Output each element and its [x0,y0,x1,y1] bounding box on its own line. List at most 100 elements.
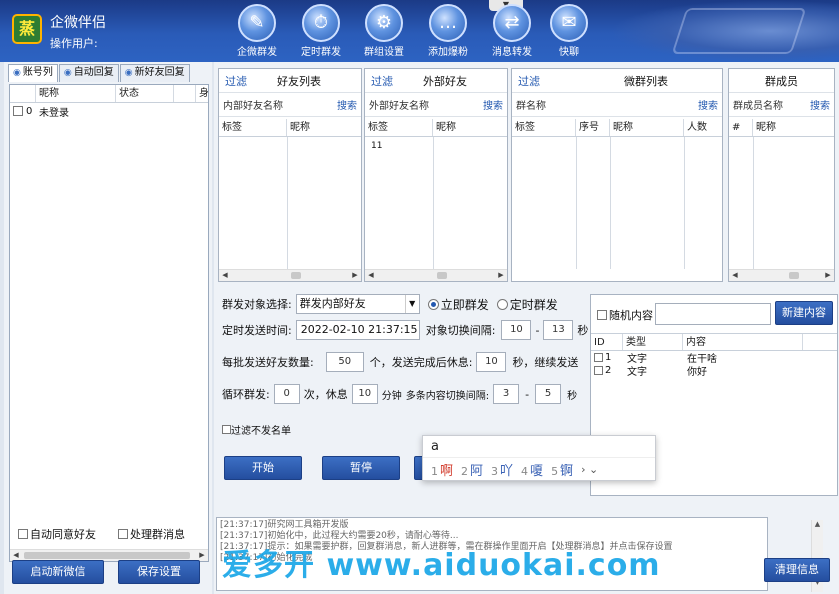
member-name-label: 群成员名称 [733,101,783,112]
batch-size-input[interactable]: 50 [325,352,364,372]
ime-candidate[interactable]: 5锕 [551,460,573,479]
ime-candidate[interactable]: 4嗄 [521,460,543,479]
start-wechat-button[interactable]: 启动新微信 [12,560,104,584]
table-row[interactable]: 2 文字 你好 [591,364,837,378]
target-label: 群发对象选择: [222,298,292,311]
ime-more-icon[interactable]: › ⌄ [581,463,598,476]
group-filter-link[interactable]: 过滤 [512,73,570,89]
external-scrollbar[interactable]: ◀ ▶ [365,269,507,281]
scroll-right-icon[interactable]: ▶ [822,270,834,281]
ime-composition: a [423,436,655,458]
random-content-toggle[interactable]: 随机内容 [597,307,653,323]
toolbar-button-add-fans[interactable]: … 添加爆粉 [416,4,480,60]
radio-icon [496,298,508,310]
batch-label: 每批发送好友数量: [222,356,314,369]
switch-min-input[interactable]: 10 [501,320,532,340]
table-row[interactable]: 11 [365,137,507,153]
ime-candidate[interactable]: 2阿 [461,460,483,479]
pause-button[interactable]: 暂停 [322,456,400,480]
scroll-up-icon[interactable]: ▲ [812,520,823,528]
account-tabs: ◉ 账号列 ◉ 自动回复 ◉ 新好友回复 [8,64,191,82]
member-col-divider [753,137,754,269]
account-table-header: 昵称 状态 身 [10,85,208,103]
friends-col-nickname: 昵称 [290,122,310,133]
send-now-radio[interactable]: 立即群发 [427,296,489,313]
member-search-button[interactable]: 搜索 [810,97,830,112]
friends-filter-link[interactable]: 过滤 [219,73,277,89]
group-col-index: 序号 [576,119,610,136]
account-panel: ◉ 账号列 ◉ 自动回复 ◉ 新好友回复 昵称 状态 身 0 未登录 ◀ ▶ 自动同意… [4,62,212,594]
tab-new-friend-reply[interactable]: ◉ 新好友回复 [119,64,190,82]
scroll-thumb[interactable] [789,272,799,279]
tab-accounts[interactable]: ◉ 账号列 [8,64,58,82]
row-type: 文字 [627,367,647,378]
scroll-thumb[interactable] [291,272,301,279]
handle-group-checkbox[interactable] [118,529,128,539]
row-checkbox[interactable] [13,106,23,116]
toolbar-label: 快聊 [559,47,579,58]
toolbar-button-timed-send[interactable]: ⏱ 定时群发 [289,4,353,60]
chevron-down-icon: ▼ [404,295,419,313]
group-col-nickname: 昵称 [610,119,684,136]
auto-agree-toggle[interactable]: 自动同意好友 [18,526,96,542]
scroll-thumb[interactable] [437,272,447,279]
scroll-right-icon[interactable]: ▶ [495,270,507,281]
friends-col-tag: 标签 [219,119,287,136]
random-content-checkbox[interactable] [597,310,607,320]
friends-scrollbar[interactable]: ◀ ▶ [219,269,361,281]
content-switch-label: 多条内容切换间隔: [405,390,490,402]
external-search-button[interactable]: 搜索 [483,97,503,112]
switch-max-input[interactable]: 13 [543,320,574,340]
toolbar-button-group-settings[interactable]: ⚙ 群组设置 [352,4,416,60]
save-settings-button[interactable]: 保存设置 [118,560,200,584]
external-filter-link[interactable]: 过滤 [365,73,423,89]
scroll-left-icon[interactable]: ◀ [219,270,231,281]
content-switch-max-input[interactable]: 5 [535,384,562,404]
header-select [10,85,36,102]
group-search-button[interactable]: 搜索 [698,97,718,112]
quick-chat-icon: ✉ [550,4,588,42]
tab-icon: ◉ [13,68,21,78]
filter-unsent-checkbox[interactable] [222,425,231,434]
filter-unsent-toggle[interactable]: 过滤不发名单 [222,422,291,437]
toolbar-button-forward[interactable]: ⇄ 消息转发 [480,4,544,60]
friends-col-divider [287,137,288,269]
content-switch-min-input[interactable]: 3 [493,384,520,404]
tab-auto-reply[interactable]: ◉ 自动回复 [58,64,119,82]
title-bar: 蒸 企微伴侣 操作用户: ▼ ✎ 企微群发 ⏱ 定时群发 ⚙ 群组设置 … 添加… [0,0,839,62]
ime-candidate[interactable]: 3吖 [491,460,513,479]
send-time-input[interactable]: 2022-02-10 21:37:15 [295,320,420,340]
target-select[interactable]: 群发内部好友 ▼ [295,294,420,314]
start-button[interactable]: 开始 [224,456,302,480]
scroll-left-icon[interactable]: ◀ [729,270,741,281]
toolbar-button-quick-chat[interactable]: ✉ 快聊 [537,4,601,60]
ime-candidate[interactable]: 1啊 [431,460,453,479]
clear-log-button[interactable]: 清理信息 [764,558,830,582]
row-checkbox[interactable] [594,353,603,362]
content-input[interactable] [655,303,771,325]
friends-search-button[interactable]: 搜索 [337,97,357,112]
timer-icon: ⏱ [302,4,340,42]
new-content-button[interactable]: 新建内容 [775,301,833,325]
range-dash: - [525,387,530,401]
scroll-right-icon[interactable]: ▶ [349,270,361,281]
table-row[interactable]: 0 未登录 [10,103,208,119]
scroll-left-icon[interactable]: ◀ [365,270,377,281]
batch-rest-input[interactable]: 10 [476,352,507,372]
account-table: 昵称 状态 身 0 未登录 ◀ ▶ [9,84,209,562]
time-label: 定时发送时间: [222,324,292,337]
toolbar-button-mass-send[interactable]: ✎ 企微群发 [225,4,289,60]
member-scrollbar[interactable]: ◀ ▶ [729,269,834,281]
loop-rest-input[interactable]: 10 [351,384,378,404]
header-extra [174,85,196,102]
member-col-hash: # [729,119,753,136]
scroll-thumb[interactable] [24,552,190,559]
handle-group-toggle[interactable]: 处理群消息 [118,526,185,542]
timed-send-radio[interactable]: 定时群发 [496,296,558,313]
seconds-unit: 秒 [577,324,589,337]
toolbar-label: 添加爆粉 [428,47,468,58]
row-checkbox[interactable] [594,366,603,375]
loop-count-input[interactable]: 0 [273,384,300,404]
group-list-title: 微群列表 [624,74,668,88]
auto-agree-checkbox[interactable] [18,529,28,539]
